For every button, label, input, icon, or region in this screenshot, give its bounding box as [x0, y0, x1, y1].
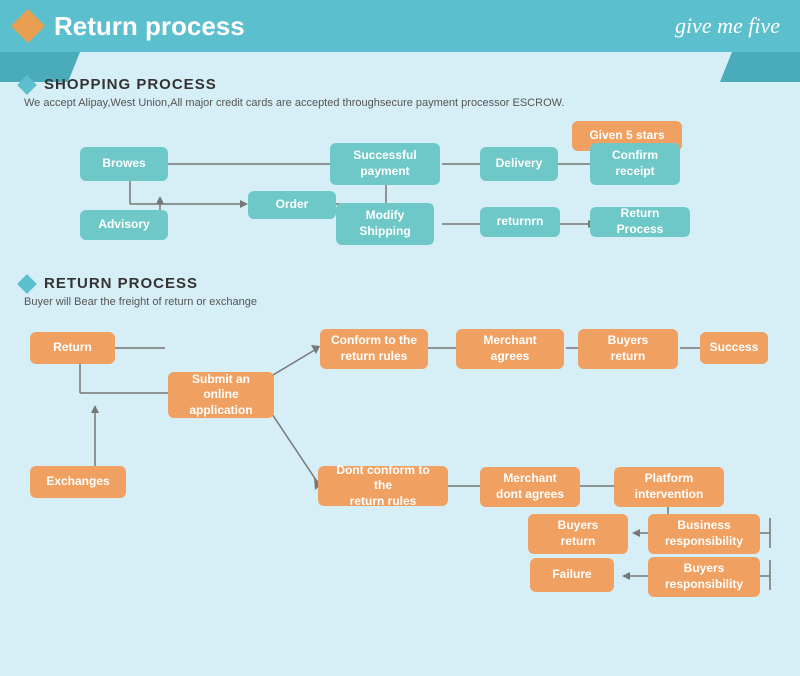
success-box: Success	[700, 332, 768, 364]
buyers-return-2-box: Buyers return	[528, 514, 628, 554]
conform-rules-box: Conform to the return rules	[320, 329, 428, 369]
confirm-receipt-box: Confirm receipt	[590, 143, 680, 185]
shopping-subtitle: We accept Alipay,West Union,All major cr…	[24, 97, 780, 109]
delivery-box: Delivery	[480, 147, 558, 181]
advisory-box: Advisory	[80, 210, 168, 240]
header-diamond	[11, 9, 45, 43]
header-script: give me five	[675, 13, 780, 39]
return-flow: Return Exchanges Submit an online applic…	[20, 318, 780, 608]
return-box: Return	[30, 332, 115, 364]
shopping-diamond-icon	[17, 75, 37, 95]
shopping-title: SHOPPING PROCESS	[44, 76, 217, 93]
modify-shipping-box: Modify Shipping	[336, 203, 434, 245]
return-subtitle: Buyer will Bear the freight of return or…	[24, 296, 780, 308]
return-section-header: RETURN PROCESS	[20, 275, 780, 292]
return-diamond-icon	[17, 274, 37, 294]
return-process-box: Return Process	[590, 207, 690, 237]
merchant-dont-agrees-box: Merchant dont agrees	[480, 467, 580, 507]
returnrn-box: returnrn	[480, 207, 560, 237]
successful-payment-box: Successful payment	[330, 143, 440, 185]
business-responsibility-box: Business responsibility	[648, 514, 760, 554]
platform-intervention-box: Platform intervention	[614, 467, 724, 507]
order-box: Order	[248, 191, 336, 219]
shopping-flow: Given 5 stars Browes Successful payment …	[20, 119, 780, 269]
submit-online-box: Submit an online application	[168, 372, 274, 418]
buyers-responsibility-box: Buyers responsibility	[648, 557, 760, 597]
main-content: SHOPPING PROCESS We accept Alipay,West U…	[0, 52, 800, 618]
failure-box: Failure	[530, 558, 614, 592]
exchanges-box: Exchanges	[30, 466, 126, 498]
browes-box: Browes	[80, 147, 168, 181]
merchant-agrees-box: Merchant agrees	[456, 329, 564, 369]
dont-conform-rules-box: Dont conform to the return rules	[318, 466, 448, 506]
shopping-section-header: SHOPPING PROCESS	[20, 76, 780, 93]
return-title: RETURN PROCESS	[44, 275, 198, 292]
header-title: Return process	[54, 11, 245, 42]
buyers-return-1-box: Buyers return	[578, 329, 678, 369]
header: Return process give me five	[0, 0, 800, 52]
